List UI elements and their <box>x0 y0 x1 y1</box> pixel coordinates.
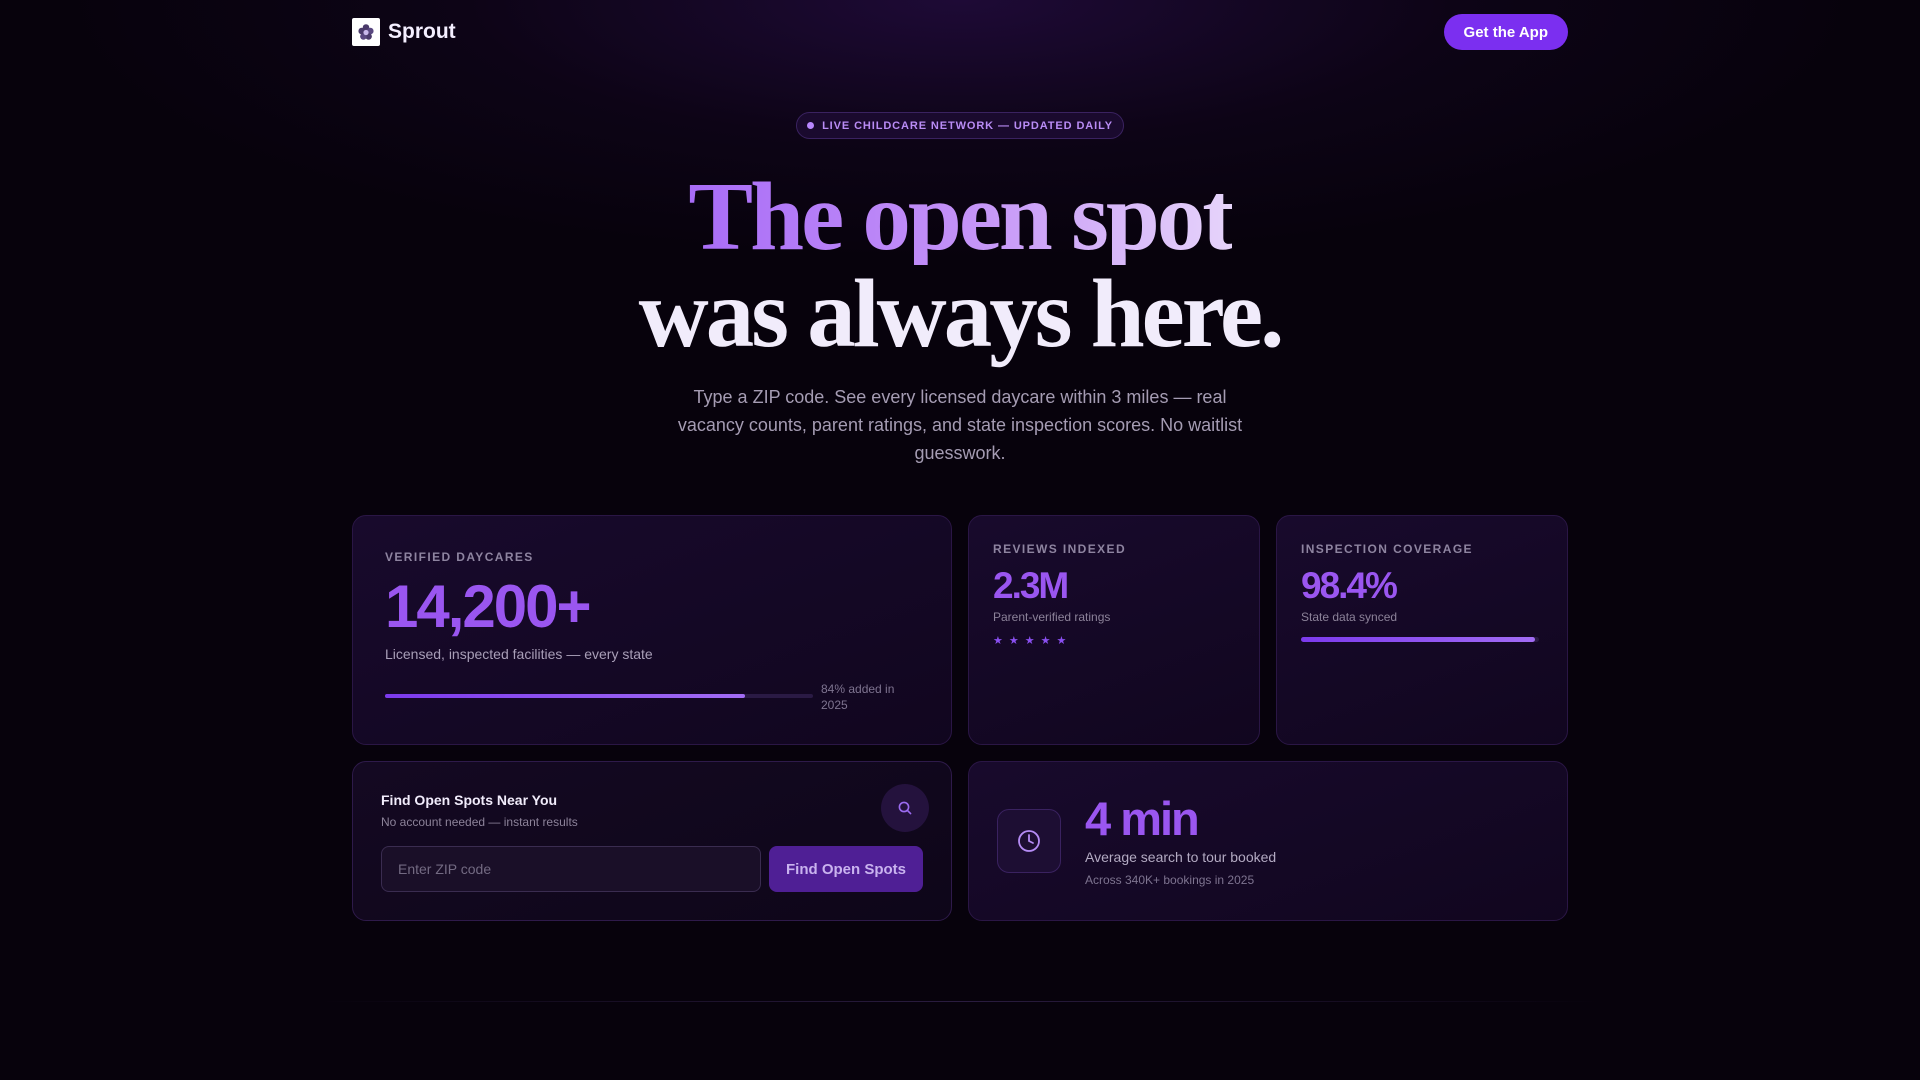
inspection-progress-fill <box>1301 637 1536 642</box>
hero-title: The open spot was always here. <box>0 168 1920 362</box>
reviews-indexed-value: 2.3M <box>993 565 1069 606</box>
inspection-coverage-card: INSPECTION COVERAGE 98.4% State data syn… <box>1276 515 1568 745</box>
daycares-progress-label: 84% added in 2025 <box>821 682 895 712</box>
star-icon: ★ <box>993 635 1003 647</box>
star-icon: ★ <box>1040 635 1051 647</box>
get-the-app-button[interactable]: Get the App <box>1443 14 1568 50</box>
reviews-indexed-card: REVIEWS INDEXED 2.3M Parent-verified rat… <box>968 515 1260 745</box>
flower-logo-icon <box>352 18 380 46</box>
search-card-title: Find Open Spots Near You <box>381 792 558 808</box>
star-icon: ★ <box>1056 635 1067 647</box>
verified-daycares-label: VERIFIED DAYCARES <box>385 550 534 564</box>
star-rating: ★ ★ ★ ★ ★ <box>993 634 1066 647</box>
reviews-indexed-label: REVIEWS INDEXED <box>993 542 1127 556</box>
search-time-value: 4 min <box>1085 792 1200 845</box>
inspection-coverage-value: 98.4% <box>1301 565 1398 606</box>
zip-search-card: Find Open Spots Near You No account need… <box>352 761 952 921</box>
clock-icon <box>997 809 1061 873</box>
search-time-subtext: Across 340K+ bookings in 2025 <box>1085 873 1255 887</box>
find-open-spots-button[interactable]: Find Open Spots <box>769 846 923 892</box>
badge-text: LIVE CHILDCARE NETWORK — UPDATED DAILY <box>822 119 1113 132</box>
daycares-progress-fill <box>385 694 745 698</box>
reviews-indexed-description: Parent-verified ratings <box>993 610 1111 624</box>
verified-daycares-card: VERIFIED DAYCARES 14,200+ Licensed, insp… <box>352 515 952 745</box>
hero-subtitle: Type a ZIP code. See every licensed dayc… <box>677 387 1243 463</box>
inspection-coverage-label: INSPECTION COVERAGE <box>1301 542 1473 556</box>
verified-daycares-description: Licensed, inspected facilities — every s… <box>385 646 653 662</box>
live-dot-icon <box>807 122 815 129</box>
star-icon: ★ <box>1008 635 1019 647</box>
top-nav: Sprout Get the App <box>352 14 1568 50</box>
brand-name: Sprout <box>388 20 456 43</box>
star-icon: ★ <box>1024 635 1035 647</box>
footer-divider <box>320 1001 1600 1002</box>
hero-title-line-1: The open spot <box>688 163 1234 270</box>
brand[interactable]: Sprout <box>352 18 456 46</box>
hero-title-line-2: was always here. <box>638 260 1285 367</box>
daycares-progress-bar <box>385 694 813 698</box>
search-icon[interactable] <box>881 784 929 832</box>
inspection-coverage-description: State data synced <box>1301 610 1398 624</box>
inspection-progress-bar <box>1301 637 1539 642</box>
search-time-card: 4 min Average search to tour booked Acro… <box>968 761 1568 921</box>
search-time-description: Average search to tour booked <box>1085 849 1277 865</box>
search-card-subtitle: No account needed — instant results <box>381 815 578 829</box>
zip-code-input[interactable] <box>381 846 761 892</box>
live-network-badge: LIVE CHILDCARE NETWORK — UPDATED DAILY <box>796 112 1124 139</box>
verified-daycares-value: 14,200+ <box>385 573 592 640</box>
